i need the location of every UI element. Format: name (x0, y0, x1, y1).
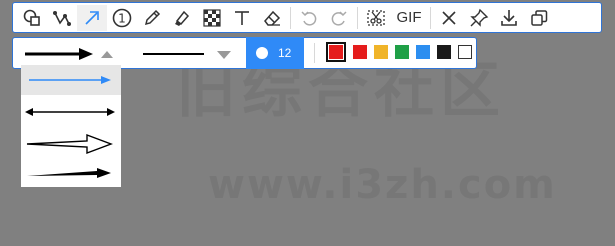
screenshot-icon[interactable] (361, 5, 391, 31)
toolbar-divider (290, 6, 291, 29)
marker-icon[interactable] (167, 5, 197, 31)
color-swatch-white[interactable] (458, 45, 472, 59)
main-toolbar: 1 GIF (12, 2, 602, 33)
watermark-url: www.i3zh.com (208, 162, 557, 208)
polyline-icon[interactable] (47, 5, 77, 31)
options-divider (314, 43, 315, 63)
color-swatch-blue[interactable] (416, 45, 430, 59)
blue-arrow-icon (29, 76, 111, 84)
arrow-style-option[interactable] (21, 65, 121, 95)
toolbar-divider (430, 6, 431, 29)
color-swatch-yellow[interactable] (374, 45, 388, 59)
arrow-style-option[interactable] (21, 129, 121, 159)
arrow-icon[interactable] (77, 4, 107, 31)
hollow-arrow-icon (26, 133, 113, 155)
close-icon[interactable] (434, 5, 464, 31)
line-style-selector[interactable] (141, 44, 236, 64)
size-control[interactable]: 12 (246, 37, 304, 69)
color-swatch-green[interactable] (395, 45, 409, 59)
redo-icon[interactable] (324, 5, 354, 31)
color-swatch-red-selected[interactable] (326, 42, 346, 62)
undo-icon[interactable] (294, 5, 324, 31)
toolbar-divider (357, 6, 358, 29)
shape-icon[interactable] (17, 5, 47, 31)
eraser-icon[interactable] (257, 5, 287, 31)
color-swatch-red[interactable] (353, 45, 367, 59)
size-value: 12 (278, 46, 292, 60)
arrow-style-dropdown (21, 65, 121, 187)
double-arrow-icon (25, 108, 115, 116)
copy-icon[interactable] (524, 5, 554, 31)
pin-icon[interactable] (464, 5, 494, 31)
pencil-icon[interactable] (137, 5, 167, 31)
color-swatch-black[interactable] (437, 45, 451, 59)
arrow-style-option[interactable] (21, 97, 121, 127)
thin-arrow-icon (27, 168, 111, 178)
thick-arrow-icon (25, 48, 113, 60)
gif-button[interactable]: GIF (391, 5, 427, 31)
line-style-icon (143, 51, 231, 59)
arrow-style-selector[interactable] (21, 44, 131, 64)
size-dot-icon (256, 47, 268, 59)
svg-text:1: 1 (118, 11, 126, 25)
number-icon[interactable]: 1 (107, 5, 137, 31)
mosaic-icon[interactable] (197, 5, 227, 31)
download-icon[interactable] (494, 5, 524, 31)
arrow-style-option[interactable] (21, 159, 121, 189)
text-icon[interactable] (227, 5, 257, 31)
